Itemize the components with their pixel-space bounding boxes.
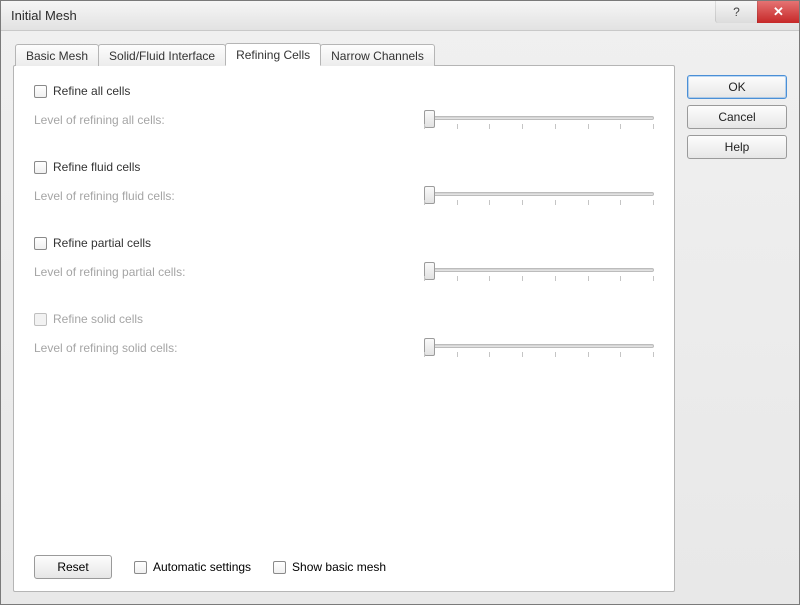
refine-all-cells-level-label: Level of refining all cells:: [34, 113, 165, 127]
automatic-settings-checkbox[interactable]: [134, 561, 147, 574]
slider-ticks: [424, 352, 654, 358]
slider-track: [424, 192, 654, 196]
titlebar-controls: ? ✕: [715, 1, 799, 23]
refine-all-cells-slider[interactable]: [424, 108, 654, 132]
refine-solid-cells-level-label: Level of refining solid cells:: [34, 341, 177, 355]
refine-fluid-cells-label: Refine fluid cells: [53, 160, 140, 174]
main-column: Basic Mesh Solid/Fluid Interface Refinin…: [13, 41, 675, 592]
refine-solid-cells-checkbox[interactable]: [34, 313, 47, 326]
tab-narrow-channels[interactable]: Narrow Channels: [320, 44, 435, 66]
refine-partial-cells-slider[interactable]: [424, 260, 654, 284]
help-icon: ?: [733, 5, 740, 19]
bottom-bar: Reset Automatic settings Show basic mesh: [34, 549, 654, 579]
automatic-settings-checkbox-wrap[interactable]: Automatic settings: [134, 560, 251, 574]
window-title: Initial Mesh: [11, 8, 77, 23]
refine-fluid-cells-slider[interactable]: [424, 184, 654, 208]
slider-track: [424, 344, 654, 348]
automatic-settings-label: Automatic settings: [153, 560, 251, 574]
close-icon: ✕: [773, 4, 784, 20]
refine-partial-cells-level-label: Level of refining partial cells:: [34, 265, 185, 279]
show-basic-mesh-checkbox-wrap[interactable]: Show basic mesh: [273, 560, 386, 574]
refine-solid-cells-slider[interactable]: [424, 336, 654, 360]
refine-all-cells-label: Refine all cells: [53, 84, 130, 98]
refine-fluid-cells-level-label: Level of refining fluid cells:: [34, 189, 175, 203]
slider-ticks: [424, 124, 654, 130]
titlebar-help-button[interactable]: ?: [715, 1, 757, 23]
refine-partial-cells-group: Refine partial cells Level of refining p…: [34, 236, 654, 284]
refine-solid-cells-label: Refine solid cells: [53, 312, 143, 326]
slider-track: [424, 268, 654, 272]
slider-ticks: [424, 200, 654, 206]
tab-refining-cells[interactable]: Refining Cells: [225, 43, 321, 66]
tab-panel-refining-cells: Refine all cells Level of refining all c…: [13, 65, 675, 592]
refine-all-cells-group: Refine all cells Level of refining all c…: [34, 84, 654, 132]
ok-button[interactable]: OK: [687, 75, 787, 99]
refine-partial-cells-checkbox[interactable]: [34, 237, 47, 250]
slider-ticks: [424, 276, 654, 282]
tabbar: Basic Mesh Solid/Fluid Interface Refinin…: [13, 41, 675, 65]
tab-basic-mesh[interactable]: Basic Mesh: [15, 44, 99, 66]
refine-solid-cells-group: Refine solid cells Level of refining sol…: [34, 312, 654, 360]
refine-partial-cells-label: Refine partial cells: [53, 236, 151, 250]
help-button[interactable]: Help: [687, 135, 787, 159]
refine-fluid-cells-checkbox[interactable]: [34, 161, 47, 174]
titlebar-close-button[interactable]: ✕: [757, 1, 799, 23]
tab-solid-fluid-interface[interactable]: Solid/Fluid Interface: [98, 44, 226, 66]
initial-mesh-dialog: Initial Mesh ? ✕ Basic Mesh Solid/Fluid …: [0, 0, 800, 605]
reset-button[interactable]: Reset: [34, 555, 112, 579]
show-basic-mesh-checkbox[interactable]: [273, 561, 286, 574]
cancel-button[interactable]: Cancel: [687, 105, 787, 129]
titlebar: Initial Mesh ? ✕: [1, 1, 799, 31]
refine-all-cells-checkbox[interactable]: [34, 85, 47, 98]
side-buttons: OK Cancel Help: [687, 41, 787, 592]
refine-fluid-cells-group: Refine fluid cells Level of refining flu…: [34, 160, 654, 208]
reset-button-label: Reset: [57, 560, 88, 574]
slider-track: [424, 116, 654, 120]
client-area: Basic Mesh Solid/Fluid Interface Refinin…: [1, 31, 799, 604]
show-basic-mesh-label: Show basic mesh: [292, 560, 386, 574]
